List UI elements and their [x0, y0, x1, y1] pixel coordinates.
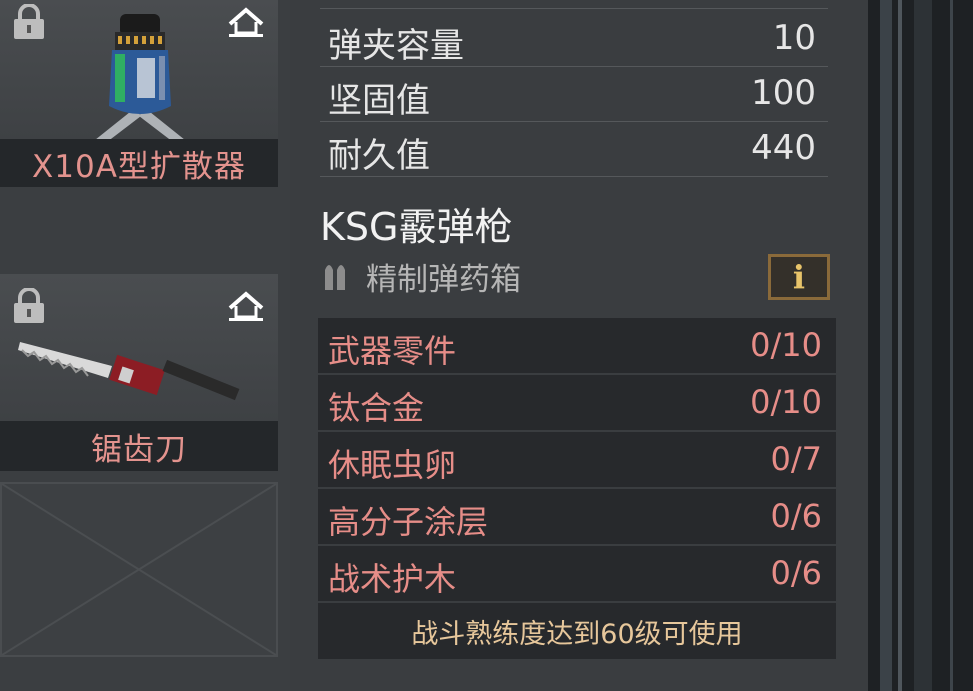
frame-divider [898, 0, 902, 691]
material-count: 0/7 [770, 440, 823, 478]
material-list: 武器零件 0/10 钛合金 0/10 休眠虫卵 0/7 高分子涂层 0/6 战术… [318, 318, 836, 659]
top-divider [320, 8, 828, 9]
frame-divider [880, 0, 892, 691]
stat-value: 100 [751, 73, 816, 113]
item-name: 锯齿刀 [0, 421, 278, 471]
home-icon[interactable] [226, 6, 266, 38]
material-row-titanium-alloy: 钛合金 0/10 [318, 375, 836, 430]
stat-row-durability: 耐久值 440 [320, 122, 828, 177]
saw-blade-weapon-icon [18, 342, 240, 401]
material-count: 0/10 [750, 326, 822, 364]
stat-label: 坚固值 [328, 81, 430, 121]
material-label: 休眠虫卵 [328, 446, 457, 484]
material-count: 0/10 [750, 383, 822, 421]
empty-slot-pattern [1, 483, 277, 656]
stat-value: 10 [772, 18, 816, 58]
stat-label: 耐久值 [328, 136, 430, 176]
frame-divider [914, 0, 932, 691]
lock-icon [14, 4, 44, 39]
stat-row-magazine-capacity: 弹夹容量 10 [320, 12, 828, 67]
stat-row-sturdiness: 坚固值 100 [320, 67, 828, 122]
material-row-weapon-parts: 武器零件 0/10 [318, 318, 836, 373]
material-label: 武器零件 [328, 332, 457, 370]
diffuser-device-icon [95, 14, 185, 142]
item-name: X10A型扩散器 [0, 139, 278, 187]
material-label: 钛合金 [328, 389, 425, 427]
stat-value: 440 [751, 128, 816, 168]
material-label: 高分子涂层 [328, 503, 489, 541]
item-list: X10A型扩散器 锯齿刀 [0, 0, 290, 691]
material-label: 战术护木 [328, 560, 457, 598]
item-card-saw-blade[interactable]: 锯齿刀 [0, 274, 278, 471]
weapon-title: KSG霰弹枪 [320, 205, 513, 249]
material-count: 0/6 [770, 497, 823, 535]
material-row-polymer-coating: 高分子涂层 0/6 [318, 489, 836, 544]
frame-divider [950, 0, 953, 691]
material-row-dormant-eggs: 休眠虫卵 0/7 [318, 432, 836, 487]
info-button[interactable]: i [768, 254, 830, 300]
window-edge-frame [868, 0, 973, 691]
ammo-type-label: 精制弹药箱 [366, 262, 521, 298]
weapon-detail-panel: 弹夹容量 10 坚固值 100 耐久值 440 KSG霰弹枪 精制弹药箱 i 武… [290, 0, 868, 691]
bullet-icon [325, 265, 345, 290]
item-card-x10a-diffuser[interactable]: X10A型扩散器 [0, 0, 278, 187]
unlock-requirement: 战斗熟练度达到60级可使用 [318, 603, 836, 659]
empty-item-slot[interactable] [0, 482, 278, 657]
material-count: 0/6 [770, 554, 823, 592]
stat-label: 弹夹容量 [328, 26, 464, 66]
info-icon: i [792, 258, 806, 296]
material-row-tactical-handguard: 战术护木 0/6 [318, 546, 836, 601]
